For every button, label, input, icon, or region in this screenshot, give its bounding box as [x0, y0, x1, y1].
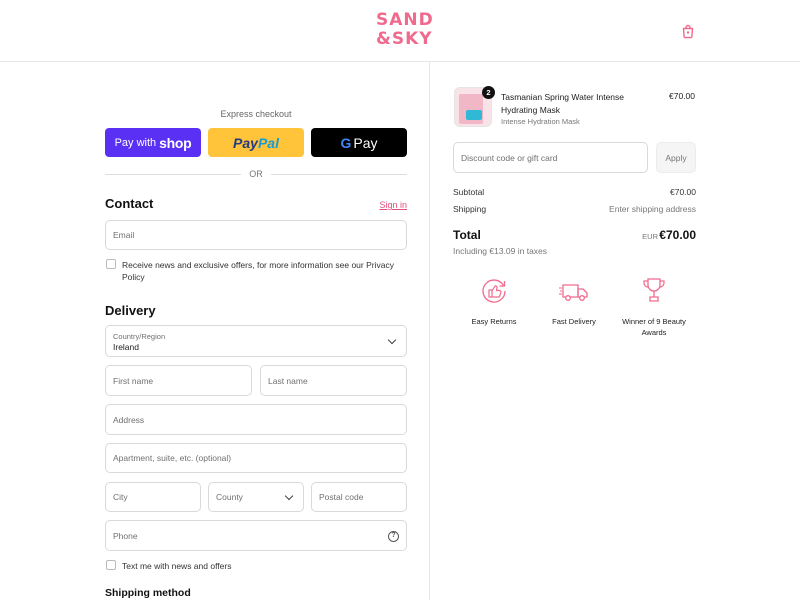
email-placeholder: Email — [113, 230, 135, 240]
feature-label: Winner of 9 Beauty Awards — [622, 317, 686, 337]
total-value: €70.00 — [659, 228, 696, 242]
phone-field[interactable]: Phone ? — [105, 520, 407, 551]
country-value: Ireland — [113, 342, 139, 352]
quantity-badge: 2 — [482, 86, 495, 99]
feature-beauty-awards: Winner of 9 Beauty Awards — [614, 276, 694, 338]
product-jar-image — [466, 110, 482, 120]
trophy-icon — [643, 278, 665, 302]
brand-logo-line1: SAND — [376, 10, 434, 30]
first-name-placeholder: First name — [113, 375, 154, 386]
product-variant: Intense Hydration Mask — [501, 117, 580, 126]
shop-pay-prefix: Pay with — [114, 136, 157, 149]
apartment-field[interactable]: Apartment, suite, etc. (optional) — [105, 443, 407, 473]
county-placeholder: County — [216, 492, 243, 502]
postal-code-placeholder: Postal code — [319, 492, 364, 502]
paypal-logo-part1: Pay — [233, 134, 258, 151]
total-label: Total — [453, 228, 481, 242]
apartment-placeholder: Apartment, suite, etc. (optional) — [113, 453, 232, 463]
text-me-label: Text me with news and offers — [122, 561, 232, 571]
news-offers-label: Receive news and exclusive offers, for m… — [122, 260, 394, 282]
last-name-placeholder: Last name — [268, 375, 308, 386]
contact-heading: Contact — [105, 196, 154, 211]
shipping-label: Shipping — [453, 204, 487, 214]
shopping-bag-icon[interactable] — [680, 23, 696, 39]
country-label: Country/Region — [113, 332, 166, 341]
brand-logo[interactable]: SAND &SKY — [376, 10, 434, 49]
return-thumbs-up-icon — [482, 279, 506, 303]
address-field[interactable]: Address — [105, 404, 407, 435]
phone-placeholder: Phone — [113, 530, 138, 541]
help-circle-icon[interactable]: ? — [388, 531, 399, 542]
feature-label: Fast Delivery — [552, 317, 596, 326]
last-name-field[interactable]: Last name — [260, 365, 407, 396]
county-select[interactable]: County — [208, 482, 304, 512]
shop-pay-brand: shop — [159, 134, 192, 151]
country-select[interactable]: Country/Region Ireland — [105, 325, 407, 357]
shipping-method-heading: Shipping method — [105, 587, 191, 599]
product-name: Tasmanian Spring Water Intense Hydrating… — [501, 92, 624, 115]
shop-pay-button[interactable]: Pay with shop — [105, 128, 201, 157]
chevron-down-icon — [387, 335, 397, 345]
city-placeholder: City — [113, 492, 128, 502]
delivery-truck-icon — [559, 284, 588, 301]
product-price: €70.00 — [669, 91, 695, 101]
shipping-value: Enter shipping address — [609, 204, 696, 214]
or-divider: OR — [105, 168, 407, 180]
subtotal-value: €70.00 — [670, 187, 696, 197]
sign-in-link[interactable]: Sign in — [370, 200, 407, 210]
google-pay-button[interactable]: G Pay — [311, 128, 407, 157]
text-me-checkbox[interactable] — [106, 560, 116, 570]
header: SAND &SKY — [0, 0, 800, 62]
first-name-field[interactable]: First name — [105, 365, 252, 396]
city-field[interactable]: City — [105, 482, 201, 512]
paypal-button[interactable]: Pay Pal — [208, 128, 304, 157]
tax-note: Including €13.09 in taxes — [453, 246, 548, 256]
column-divider — [429, 62, 430, 600]
subtotal-label: Subtotal — [453, 187, 485, 197]
paypal-logo-part2: Pal — [257, 134, 279, 151]
discount-code-field[interactable]: Discount code or gift card — [453, 142, 648, 173]
chevron-down-icon — [284, 491, 294, 501]
google-g-icon: G — [340, 134, 352, 151]
delivery-heading: Delivery — [105, 303, 156, 318]
discount-code-placeholder: Discount code or gift card — [461, 152, 558, 163]
express-checkout-label: Express checkout — [220, 109, 292, 119]
brand-logo-line2: &SKY — [376, 29, 433, 49]
feature-label: Easy Returns — [471, 317, 517, 326]
or-line-right — [271, 174, 407, 175]
news-offers-checkbox[interactable] — [106, 259, 116, 269]
postal-code-field[interactable]: Postal code — [311, 482, 407, 512]
address-placeholder: Address — [113, 414, 145, 425]
email-field[interactable]: Email — [105, 220, 407, 250]
feature-fast-delivery: Fast Delivery — [534, 276, 614, 327]
feature-easy-returns: Easy Returns — [454, 276, 534, 327]
google-pay-label: Pay — [353, 134, 378, 151]
apply-discount-button[interactable]: Apply — [656, 142, 696, 173]
